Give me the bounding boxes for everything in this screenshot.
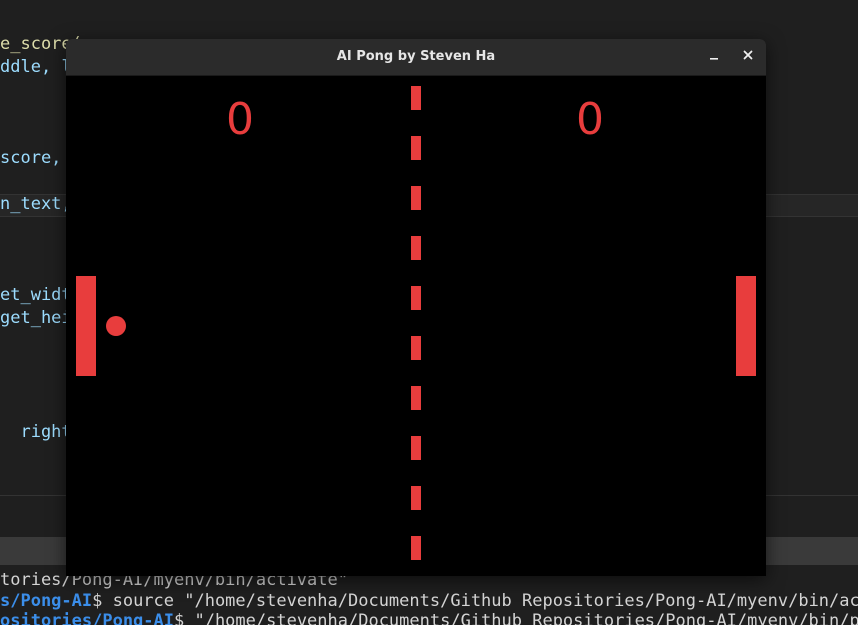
terminal-command: $ source "/home/stevenha/Documents/Githu…	[92, 591, 858, 611]
center-line-dash	[411, 86, 421, 110]
pong-game-window[interactable]: AI Pong by Steven Ha 0 0	[66, 39, 766, 576]
center-line-dash	[411, 136, 421, 160]
left-paddle	[76, 276, 96, 376]
center-line-dash	[411, 436, 421, 460]
center-line-dash	[411, 386, 421, 410]
right-paddle	[736, 276, 756, 376]
minimize-icon	[710, 58, 718, 60]
right-score: 0	[576, 94, 604, 145]
terminal-line: ositories/Pong-AI$ "/home/stevenha/Docum…	[0, 611, 858, 625]
code-fragment: score,	[0, 148, 62, 168]
center-line-dash	[411, 336, 421, 360]
terminal-prompt-path: s/Pong-AI	[0, 591, 93, 611]
center-line-dash	[411, 286, 421, 310]
desktop: e_score( ddle, l score, n_text, et_width…	[0, 0, 858, 625]
close-icon	[743, 50, 753, 60]
center-line-dash	[411, 536, 421, 560]
terminal-line: s/Pong-AI$ source "/home/stevenha/Docume…	[0, 591, 858, 611]
center-line-dash	[411, 486, 421, 510]
ball	[106, 316, 126, 336]
close-button[interactable]	[736, 45, 760, 69]
window-title: AI Pong by Steven Ha	[336, 49, 496, 64]
code-fragment: n_text,	[0, 194, 72, 214]
code-fragment: ddle, l	[0, 57, 72, 77]
terminal-prompt-path: ositories/Pong-AI	[0, 611, 174, 625]
game-canvas[interactable]: 0 0	[66, 76, 766, 576]
window-titlebar[interactable]: AI Pong by Steven Ha	[66, 39, 766, 76]
minimize-button[interactable]	[702, 45, 726, 69]
center-line-dash	[411, 186, 421, 210]
terminal-command: $ "/home/stevenha/Documents/Github Repos…	[174, 611, 858, 625]
left-score: 0	[226, 94, 254, 145]
center-line-dash	[411, 236, 421, 260]
